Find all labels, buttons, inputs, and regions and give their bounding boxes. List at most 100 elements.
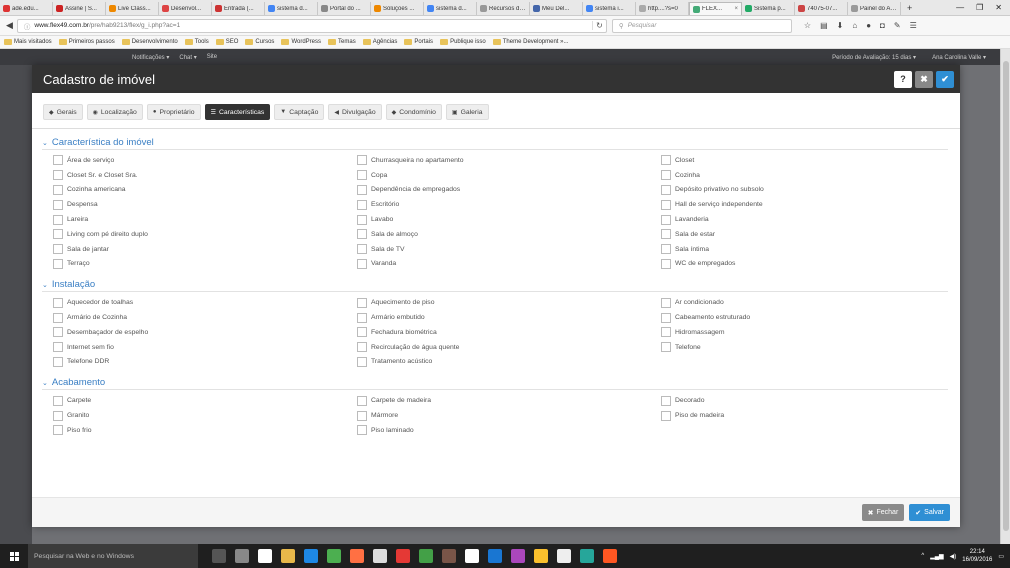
checkbox[interactable] (357, 425, 367, 436)
browser-tab[interactable]: sistema d... (424, 1, 477, 15)
bookmark-item[interactable]: Temas (328, 39, 356, 45)
feature-option[interactable]: Armário de Cozinha (53, 310, 357, 325)
feature-option[interactable]: Closet (661, 153, 961, 168)
browser-tab[interactable]: sistema i... (583, 1, 636, 15)
checkbox[interactable] (53, 258, 63, 269)
feature-option[interactable]: Hidromassagem (661, 325, 961, 340)
checkbox[interactable] (357, 410, 367, 421)
network-icon[interactable]: ▂▄▆ (930, 553, 943, 560)
taskbar-search[interactable]: Pesquisar na Web e no Windows (28, 544, 198, 568)
help-button[interactable]: ? (894, 70, 912, 88)
feature-option[interactable]: Hall de serviço independente (661, 197, 961, 212)
feature-option[interactable]: Lavanderia (661, 212, 961, 227)
close-button[interactable]: ✖ (915, 70, 933, 88)
feature-option[interactable]: Decorado (661, 393, 961, 408)
taskbar-app-icon[interactable] (511, 549, 525, 563)
bookmark-item[interactable]: Portais (404, 39, 433, 45)
feature-option[interactable]: Internet sem fio (53, 340, 357, 355)
checkbox[interactable] (661, 229, 671, 240)
taskbar-app-icon[interactable] (396, 549, 410, 563)
checkbox[interactable] (357, 155, 367, 166)
taskbar-app-icon[interactable] (327, 549, 341, 563)
browser-tab[interactable]: Portal do ... (318, 1, 371, 15)
menu-icon[interactable]: ☰ (910, 21, 917, 30)
bookmark-item[interactable]: Tools (184, 39, 209, 45)
browser-tab[interactable]: Soluções ... (371, 1, 424, 15)
feature-option[interactable]: Fechadura biométrica (357, 325, 661, 340)
tray-up-icon[interactable]: ^ (921, 553, 924, 559)
user-menu[interactable]: Ana Carolina Valle ▾ (932, 54, 986, 61)
checkbox[interactable] (357, 395, 367, 406)
clock[interactable]: 22:14 16/09/2016 (962, 548, 992, 564)
site-link[interactable]: Site (207, 54, 217, 61)
feature-option[interactable]: Aquecedor de toalhas (53, 295, 357, 310)
checkbox[interactable] (53, 342, 63, 353)
taskbar-app-icon[interactable] (304, 549, 318, 563)
feature-option[interactable]: Dependência de empregados (357, 183, 661, 198)
tab-captacao[interactable]: ▼ Captação (274, 104, 325, 120)
checkbox[interactable] (53, 312, 63, 323)
browser-tab[interactable]: Entrada (... (212, 1, 265, 15)
bookmark-item[interactable]: Desenvolvimento (121, 39, 178, 45)
checkbox[interactable] (53, 356, 63, 367)
checkbox[interactable] (53, 199, 63, 210)
taskbar-app-icon[interactable] (442, 549, 456, 563)
start-button[interactable] (0, 551, 28, 561)
taskbar-app-icon[interactable] (235, 549, 249, 563)
checkbox[interactable] (53, 395, 63, 406)
section-header[interactable]: ⌄ Acabamento (42, 376, 948, 391)
feature-option[interactable]: Piso frio (53, 423, 357, 438)
taskbar-app-icon[interactable] (603, 549, 617, 563)
new-tab-icon[interactable]: + (901, 3, 918, 13)
minimize-icon[interactable]: — (956, 3, 964, 12)
maximize-icon[interactable]: ❐ (976, 3, 983, 12)
browser-search-input[interactable]: ⚲ Pesquisar (611, 18, 792, 33)
checkbox[interactable] (53, 244, 63, 255)
addon-icon[interactable]: ✎ (894, 21, 901, 30)
checkbox[interactable] (53, 410, 63, 421)
browser-tab[interactable]: Painel do Alu... (848, 1, 901, 15)
tab-caracteristicas[interactable]: ☰ Características (204, 104, 271, 120)
close-tab-icon[interactable]: × (734, 6, 738, 12)
checkbox[interactable] (357, 327, 367, 338)
feature-option[interactable]: Terraço (53, 257, 357, 272)
feature-option[interactable]: Lavabo (357, 212, 661, 227)
browser-tab[interactable]: Desenvol... (159, 1, 212, 15)
page-scrollbar[interactable] (1000, 49, 1010, 544)
taskbar-app-icon[interactable] (465, 549, 479, 563)
feature-option[interactable]: Recirculação de água quente (357, 340, 661, 355)
volume-icon[interactable]: ◀) (950, 553, 957, 560)
tab-galeria[interactable]: ▣ Galeria (445, 104, 489, 120)
checkbox[interactable] (661, 170, 671, 181)
taskbar-app-icon[interactable] (212, 549, 226, 563)
tab-gerais[interactable]: ◆ Gerais (43, 104, 83, 120)
feature-option[interactable]: Copa (357, 168, 661, 183)
section-header[interactable]: ⌄ Instalação (42, 278, 948, 293)
url-bar[interactable]: ⓘ www.flex49.com.br /pre/hab9213/flex/g_… (16, 18, 607, 33)
feature-option[interactable]: Telefone DDR (53, 355, 357, 370)
notifications-menu[interactable]: Notificações ▾ (132, 54, 169, 61)
checkbox[interactable] (661, 342, 671, 353)
checkbox[interactable] (53, 425, 63, 436)
browser-tab[interactable]: Recursos do s... (477, 1, 530, 15)
notification-center-icon[interactable]: ▭ (998, 553, 1004, 560)
checkbox[interactable] (661, 214, 671, 225)
bookmark-item[interactable]: WordPress (281, 39, 321, 45)
checkbox[interactable] (53, 170, 63, 181)
taskbar-app-icon[interactable] (258, 549, 272, 563)
checkbox[interactable] (357, 199, 367, 210)
feature-option[interactable]: Depósito privativo no subsolo (661, 183, 961, 198)
checkbox[interactable] (53, 297, 63, 308)
taskbar-app-icon[interactable] (580, 549, 594, 563)
feature-option[interactable]: Lareira (53, 212, 357, 227)
checkbox[interactable] (53, 229, 63, 240)
fechar-button[interactable]: ✖ Fechar (861, 504, 905, 521)
bookmark-item[interactable]: Agências (362, 39, 397, 45)
evaluation-period[interactable]: Período de Avaliação: 15 dias ▾ (832, 54, 916, 61)
scrollbar-thumb[interactable] (1003, 61, 1009, 531)
confirm-button[interactable]: ✔ (936, 70, 954, 88)
feature-option[interactable]: Closet Sr. e Closet Sra. (53, 168, 357, 183)
feature-option[interactable]: Sala de almoço (357, 227, 661, 242)
feature-option[interactable]: Sala de TV (357, 242, 661, 257)
feature-option[interactable]: Piso laminado (357, 423, 661, 438)
